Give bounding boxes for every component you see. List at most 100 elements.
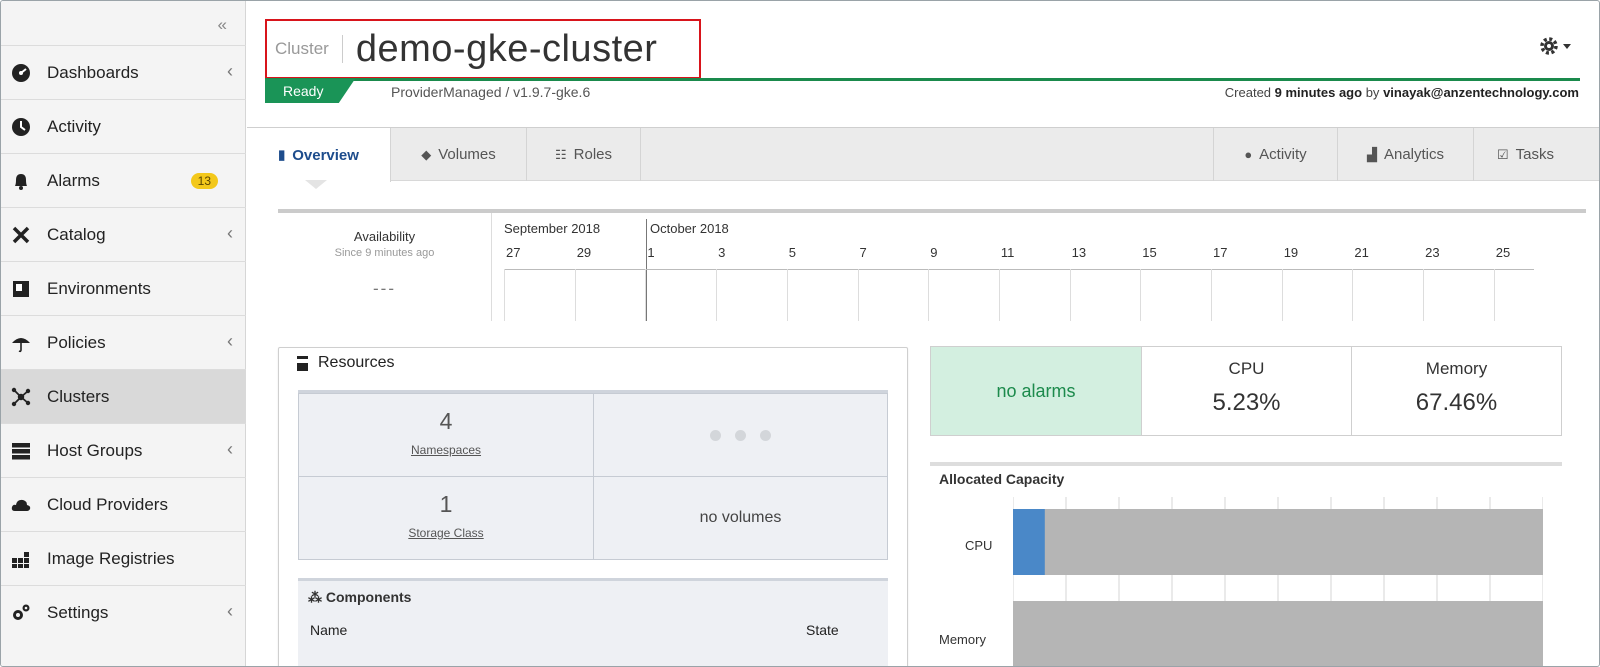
- sidebar-item-settings[interactable]: Settings ‹: [1, 585, 246, 639]
- tab-label: Overview: [292, 146, 359, 164]
- sidebar-item-label: Alarms: [47, 170, 100, 190]
- sidebar-item-image-registries[interactable]: Image Registries: [1, 531, 246, 585]
- sidebar-item-environments[interactable]: Environments: [1, 261, 246, 315]
- tab-tasks[interactable]: ☑ Tasks: [1473, 128, 1577, 181]
- tab-volumes[interactable]: ◆ Volumes: [391, 128, 527, 181]
- timeline-axis: [504, 269, 1534, 270]
- timeline-month: September 2018: [504, 221, 601, 236]
- created-by-user: vinayak@anzentechnology.com: [1383, 85, 1579, 100]
- sidebar-item-catalog[interactable]: Catalog ‹: [1, 207, 246, 261]
- activity-icon: ●: [1244, 147, 1253, 162]
- tools-icon: [12, 226, 30, 244]
- chevron-left-icon: ‹: [227, 223, 233, 243]
- alarm-count-badge: 13: [190, 173, 218, 189]
- tab-roles[interactable]: ☷ Roles: [527, 128, 641, 181]
- timeline-tick-label: 23: [1425, 245, 1440, 260]
- active-tab-caret: [305, 180, 327, 189]
- availability-summary: Availability Since 9 minutes ago ---: [278, 213, 492, 321]
- umbrella-icon: [12, 338, 30, 353]
- availability-title: Availability: [353, 229, 416, 244]
- timeline-gridline: [504, 269, 505, 321]
- components-icon: ⁂: [308, 589, 326, 605]
- timeline-tick-label: 11: [1000, 245, 1015, 260]
- timeline-gridline: [1493, 269, 1495, 321]
- sidebar-item-label: Image Registries: [47, 548, 175, 568]
- components-section: ⁂ Components Name State: [298, 578, 888, 666]
- tab-label: Roles: [573, 146, 612, 163]
- timeline-gridline: [857, 269, 859, 321]
- created-by-prefix: by: [1365, 85, 1380, 100]
- capacity-cpu-label: CPU: [965, 538, 993, 553]
- memory-stat: Memory 67.46%: [1352, 347, 1561, 435]
- title-prefix: Cluster: [267, 35, 343, 63]
- tasks-icon: ☑: [1497, 146, 1509, 162]
- tab-label: Analytics: [1383, 146, 1445, 163]
- sidebar-nav: Dashboards ‹ Activity Alarms 13 Catalog …: [1, 45, 246, 639]
- availability-value: ---: [373, 279, 396, 298]
- stats-panel: no alarms CPU 5.23% Memory 67.46%: [930, 346, 1562, 436]
- loading-cell: [593, 393, 888, 477]
- chart-icon: ▟: [1366, 146, 1377, 162]
- sidebar-item-policies[interactable]: Policies ‹: [1, 315, 246, 369]
- memory-label: Memory: [1425, 359, 1488, 378]
- tab-overview[interactable]: ▮ Overview: [247, 128, 391, 182]
- tab-label: Volumes: [438, 146, 496, 163]
- roles-icon: ☷: [554, 146, 567, 162]
- timeline-tick-label: 19: [1283, 245, 1299, 260]
- volumes-cell: no volumes: [593, 476, 888, 560]
- status-badge: Ready: [265, 79, 355, 103]
- environments-icon: [13, 281, 29, 297]
- gear-icon: [1540, 37, 1558, 55]
- page-title: Cluster demo-gke-cluster: [265, 19, 701, 79]
- overview-icon: ▮: [278, 147, 286, 162]
- sidebar-item-dashboards[interactable]: Dashboards ‹: [1, 45, 246, 99]
- resources-panel: Resources 4 Namespaces 1 Storage Class n…: [278, 347, 908, 666]
- timeline-tick-label: 3: [718, 245, 726, 260]
- namespaces-link[interactable]: Namespaces: [299, 443, 593, 457]
- allocated-capacity-panel: Allocated Capacity CPU Memory: [930, 462, 1562, 666]
- timeline-gridline: [928, 269, 930, 321]
- chevron-left-icon: ‹: [227, 439, 233, 459]
- sidebar-item-clusters[interactable]: Clusters: [1, 369, 246, 423]
- column-header-name[interactable]: Name: [310, 622, 347, 638]
- capacity-title: Allocated Capacity: [939, 471, 1065, 487]
- cpu-stat: CPU 5.23%: [1142, 347, 1352, 435]
- tab-activity[interactable]: ● Activity: [1213, 128, 1337, 181]
- timeline-tick-label: 21: [1354, 245, 1369, 260]
- timeline-gridline: [998, 269, 1000, 321]
- timeline-tick-label: 15: [1142, 245, 1157, 260]
- timeline-tick-label: 1: [647, 245, 655, 260]
- timeline-tick-label: 9: [930, 245, 938, 260]
- sidebar-item-label: Dashboards: [47, 62, 139, 82]
- resources-title: Resources: [297, 354, 394, 372]
- storage-class-link[interactable]: Storage Class: [299, 526, 593, 540]
- settings-dropdown-button[interactable]: [1539, 35, 1573, 57]
- column-header-state[interactable]: State: [806, 622, 839, 638]
- main-content: Cluster demo-gke-cluster Ready ProviderM…: [247, 1, 1599, 666]
- cpu-value: 5.23%: [1212, 389, 1281, 416]
- timeline-gridline: [1069, 269, 1071, 321]
- chevron-left-icon: ‹: [227, 331, 233, 351]
- availability-timeline: September 2018 October 2018 27 29 1 3 5 7 9 11 1…: [498, 213, 1586, 321]
- components-title: ⁂ Components: [308, 589, 411, 606]
- timeline-tick-label: 7: [859, 245, 867, 260]
- tab-analytics[interactable]: ▟ Analytics: [1337, 128, 1473, 181]
- sidebar: « Dashboards ‹ Activity Alarms 13 Catalo…: [1, 1, 246, 666]
- header-divider: [265, 78, 1580, 81]
- collapse-sidebar-button[interactable]: «: [218, 15, 227, 35]
- created-ago: 9 minutes ago: [1274, 85, 1363, 100]
- sidebar-item-label: Catalog: [47, 224, 106, 244]
- sidebar-item-activity[interactable]: Activity: [1, 99, 246, 153]
- sidebar-item-host-groups[interactable]: Host Groups ‹: [1, 423, 246, 477]
- sidebar-item-alarms[interactable]: Alarms 13: [1, 153, 246, 207]
- sidebar-item-label: Settings: [47, 602, 109, 622]
- cloud-icon: [11, 499, 31, 511]
- clusters-icon: [11, 387, 31, 407]
- capacity-bar-cpu-total: [1013, 509, 1543, 575]
- timeline-tick-label: 5: [788, 245, 797, 260]
- timeline-gridline: [786, 269, 788, 321]
- timeline-gridline: [1281, 269, 1283, 321]
- sidebar-item-cloud-providers[interactable]: Cloud Providers: [1, 477, 246, 531]
- chevron-left-icon: ‹: [227, 601, 233, 621]
- capacity-bar-memory-total: [1013, 601, 1543, 666]
